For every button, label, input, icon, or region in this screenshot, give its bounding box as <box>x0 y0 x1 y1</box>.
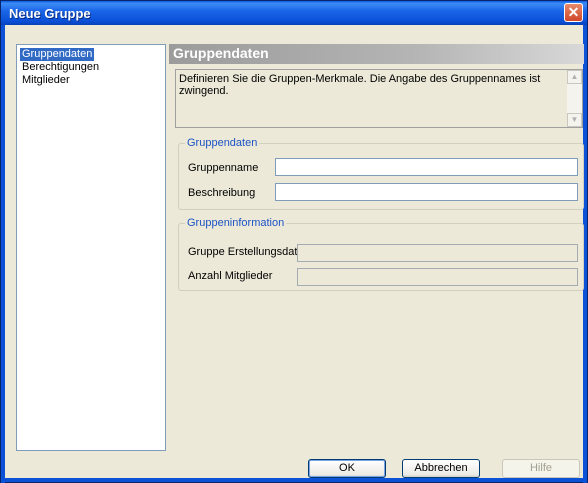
nav-item-mitglieder[interactable]: Mitglieder <box>20 74 72 87</box>
ok-button[interactable]: OK <box>308 459 386 478</box>
scroll-up-button[interactable]: ▲ <box>567 70 582 84</box>
window-title: Neue Gruppe <box>9 6 91 21</box>
member-count-field <box>297 268 578 286</box>
cancel-button[interactable]: Abbrechen <box>402 459 480 478</box>
group-name-input[interactable] <box>275 158 578 176</box>
description-text: Definieren Sie die Gruppen-Merkmale. Die… <box>179 73 541 97</box>
group-info-legend: Gruppeninformation <box>185 217 287 229</box>
window-border-left <box>1 25 5 483</box>
nav-item-berechtigungen[interactable]: Berechtigungen <box>20 61 101 74</box>
help-button: Hilfe <box>502 459 580 478</box>
group-name-label: Gruppenname <box>188 162 259 174</box>
chevron-down-icon: ▼ <box>570 115 579 124</box>
description-input[interactable] <box>275 183 578 201</box>
section-header: Gruppendaten <box>169 44 584 64</box>
nav-list: Gruppendaten Berechtigungen Mitglieder <box>16 44 166 451</box>
description-label: Beschreibung <box>188 187 256 199</box>
description-scrollbar[interactable]: ▲ ▼ <box>567 70 582 127</box>
close-button[interactable]: ✕ <box>564 3 583 22</box>
nav-item-gruppendaten[interactable]: Gruppendaten <box>20 48 95 61</box>
creation-date-field <box>297 244 578 262</box>
close-icon: ✕ <box>567 4 580 20</box>
group-data-fieldset: Gruppendaten Gruppenname Beschreibung <box>178 137 584 210</box>
scroll-down-button[interactable]: ▼ <box>567 113 582 127</box>
description-box: Definieren Sie die Gruppen-Merkmale. Die… <box>175 69 583 128</box>
member-count-label: Anzahl Mitglieder <box>188 270 273 282</box>
group-data-legend: Gruppendaten <box>185 137 260 149</box>
title-bar[interactable]: Neue Gruppe ✕ <box>1 1 587 25</box>
window-border-bottom <box>1 478 587 482</box>
dialog-window: Neue Gruppe ✕ Gruppendaten Berechtigunge… <box>0 0 588 483</box>
creation-date-label: Gruppe Erstellungsdatum <box>188 246 313 258</box>
group-info-fieldset: Gruppeninformation Gruppe Erstellungsdat… <box>178 217 584 291</box>
section-title: Gruppendaten <box>173 45 269 61</box>
chevron-up-icon: ▲ <box>570 72 579 81</box>
